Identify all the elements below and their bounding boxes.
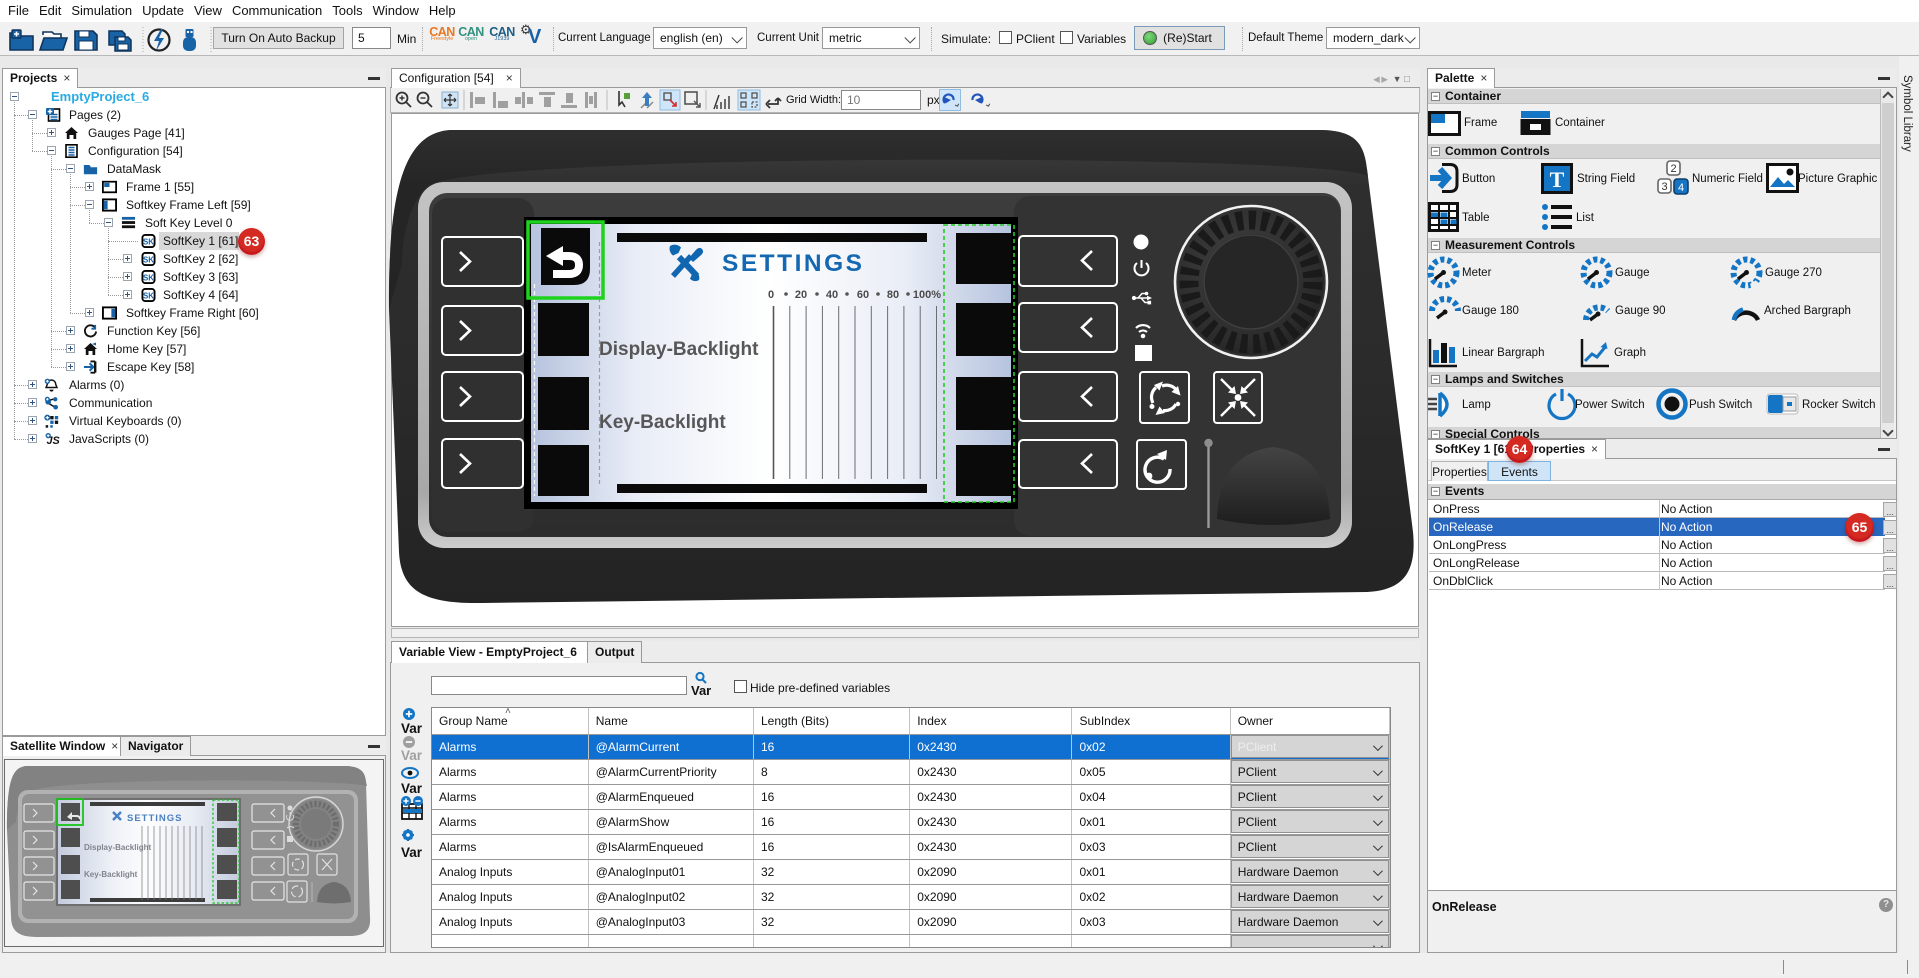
svg-text:40: 40 <box>826 289 838 301</box>
svg-text:Var: Var <box>401 845 423 860</box>
svg-text:Var: Var <box>401 748 423 763</box>
svg-text:80: 80 <box>887 289 899 301</box>
svg-text:20: 20 <box>795 289 807 301</box>
svg-text:SK: SK <box>143 255 154 264</box>
svg-text:Key-Backlight: Key-Backlight <box>599 412 726 433</box>
svg-text:60: 60 <box>857 289 869 301</box>
svg-text:T: T <box>1550 167 1565 192</box>
svg-text:SETTINGS: SETTINGS <box>722 250 865 277</box>
svg-text:SETTINGS: SETTINGS <box>127 813 183 824</box>
svg-text:2: 2 <box>1670 163 1676 175</box>
svg-text:Display-Backlight: Display-Backlight <box>84 843 151 852</box>
svg-text:Var: Var <box>691 683 711 698</box>
svg-text:Var: Var <box>401 781 423 796</box>
svg-text:SK: SK <box>143 237 154 246</box>
svg-text:Key-Backlight: Key-Backlight <box>84 870 138 879</box>
svg-text:Var: Var <box>401 721 423 736</box>
svg-text:4: 4 <box>1678 182 1684 194</box>
svg-text:3: 3 <box>1661 181 1667 193</box>
svg-text:Display-Backlight: Display-Backlight <box>599 339 759 360</box>
svg-text:0: 0 <box>768 289 774 301</box>
svg-text:SK: SK <box>143 273 154 282</box>
svg-text:100%: 100% <box>913 289 941 301</box>
svg-text:SK: SK <box>143 291 154 300</box>
